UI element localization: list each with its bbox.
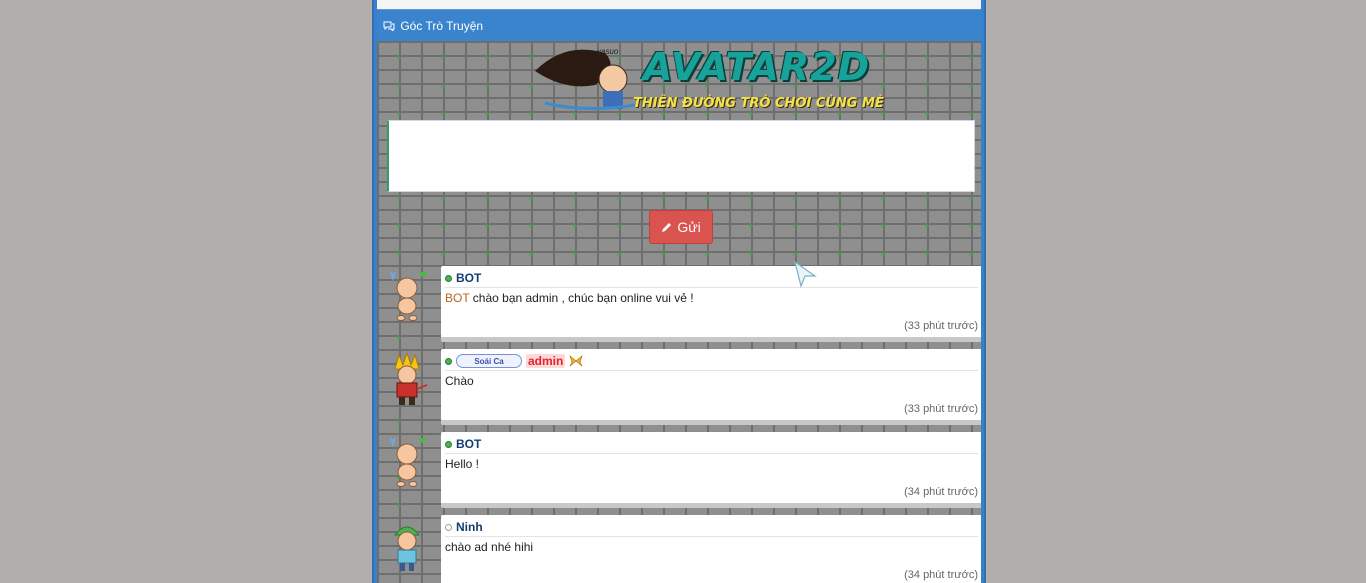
chat-body: yasuo AVATAR2D THIÊN ĐƯỜNG TRÒ CHƠI CÙNG… <box>377 41 981 583</box>
bot-avatar[interactable] <box>381 434 437 504</box>
message-time: (34 phút trước) <box>904 569 978 581</box>
comments-icon <box>383 21 395 31</box>
soai-ca-badge: Soái Ca <box>456 354 522 368</box>
message-text: Hello ! <box>445 457 480 471</box>
online-status-icon <box>445 357 452 365</box>
message-bubble: BOT BOT chào bạn admin , chúc bạn online… <box>441 266 981 342</box>
message-text: BOT chào bạn admin , chúc bạn online vui… <box>445 291 694 305</box>
chat-message: Soái Ca admin Chào (33 phút trước) <box>377 349 981 427</box>
message-bubble: BOT Hello ! (34 phút trước) <box>441 432 981 508</box>
username[interactable]: BOT <box>456 437 481 451</box>
chat-message: BOT BOT chào bạn admin , chúc bạn online… <box>377 266 981 344</box>
message-text: chào ad nhé hihi <box>445 540 534 554</box>
admin-avatar[interactable] <box>381 351 437 421</box>
pencil-icon <box>662 223 672 232</box>
message-bubble: Ninh chào ad nhé hihi (34 phút trước) <box>441 515 981 583</box>
message-time: (33 phút trước) <box>904 320 978 332</box>
chat-panel: Góc Trò Truyện yasuo AVATAR2D THIÊN ĐƯỜN… <box>372 0 986 583</box>
send-label: Gửi <box>677 219 701 235</box>
wing-icon <box>569 355 583 367</box>
mouse-cursor-icon <box>794 260 817 288</box>
message-time: (34 phút trước) <box>904 486 978 498</box>
avatar2d-logo: yasuo AVATAR2D THIÊN ĐƯỜNG TRÒ CHƠI CÙNG… <box>525 41 884 119</box>
logo-signature: yasuo <box>597 47 619 56</box>
message-text: Chào <box>445 374 474 388</box>
message-time: (33 phút trước) <box>904 403 978 415</box>
username[interactable]: BOT <box>456 271 481 285</box>
ninh-avatar[interactable] <box>381 517 437 583</box>
logo-title: AVATAR2D <box>643 45 871 89</box>
bot-prefix: BOT <box>445 291 470 305</box>
message-bubble: Soái Ca admin Chào (33 phút trước) <box>441 349 981 425</box>
message-input[interactable] <box>387 120 975 192</box>
bot-avatar[interactable] <box>381 268 437 338</box>
chat-message: BOT Hello ! (34 phút trước) <box>377 432 981 510</box>
online-status-icon <box>445 440 452 448</box>
message-header: Ninh <box>445 518 978 537</box>
username[interactable]: Ninh <box>456 520 483 534</box>
panel-heading: Góc Trò Truyện <box>377 9 981 41</box>
offline-status-icon <box>445 523 452 531</box>
message-header: Soái Ca admin <box>445 352 978 371</box>
username[interactable]: admin <box>526 354 566 368</box>
online-status-icon <box>445 274 452 282</box>
message-header: BOT <box>445 435 978 454</box>
logo-subtitle: THIÊN ĐƯỜNG TRÒ CHƠI CÙNG MÈ <box>633 96 884 111</box>
top-strip <box>377 0 981 9</box>
send-button[interactable]: Gửi <box>649 210 713 244</box>
panel-title: Góc Trò Truyện <box>400 19 484 33</box>
chat-message: Ninh chào ad nhé hihi (34 phút trước) <box>377 515 981 583</box>
message-header: BOT <box>445 269 978 288</box>
